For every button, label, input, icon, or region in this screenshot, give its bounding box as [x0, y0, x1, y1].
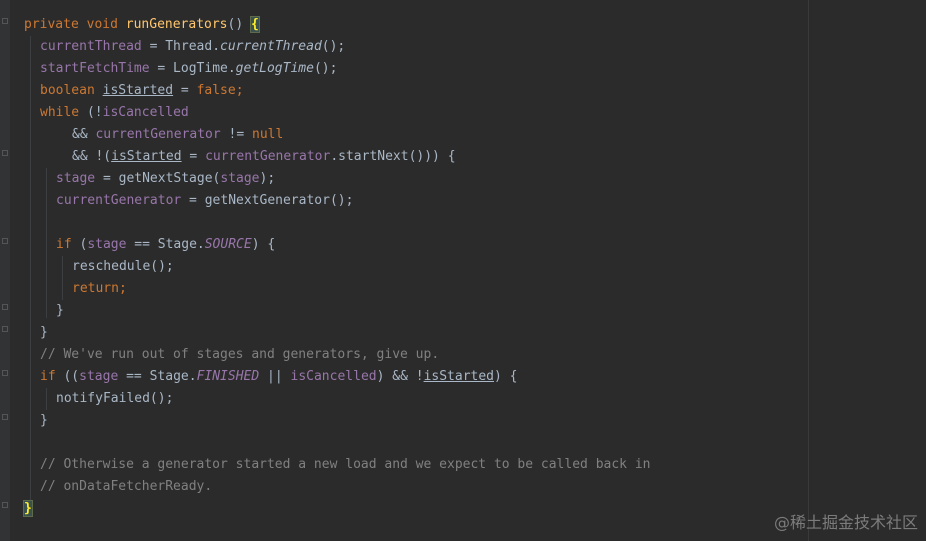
code-token: && !(	[72, 149, 112, 164]
code-token: stage	[87, 237, 127, 252]
fold-marker-icon[interactable]	[2, 304, 8, 310]
code-token: boolean	[40, 83, 103, 98]
code-token: isCancelled	[102, 105, 189, 120]
code-line[interactable]: }	[56, 300, 64, 322]
right-margin-guide	[808, 0, 809, 541]
code-token: isStarted	[423, 369, 495, 384]
code-token: stage	[220, 171, 260, 186]
code-token: currentGenerator	[205, 149, 331, 164]
code-token: stage	[56, 171, 96, 186]
code-token: getLogTime	[235, 61, 314, 76]
fold-marker-icon[interactable]	[2, 414, 8, 420]
code-token: currentThread	[220, 39, 322, 54]
code-line[interactable]: }	[40, 322, 48, 344]
code-token: ;	[118, 281, 127, 296]
code-token: runGenerators	[125, 17, 228, 32]
code-token: // We've run out of stages and generator…	[40, 347, 440, 362]
code-token: }	[40, 413, 48, 428]
code-token: stage	[79, 369, 119, 384]
code-line[interactable]: // onDataFetcherReady.	[40, 476, 212, 498]
code-line[interactable]: while (!isCancelled	[40, 102, 189, 124]
code-token: =	[181, 149, 206, 164]
code-token: ()	[227, 17, 251, 32]
indent-guide	[46, 168, 47, 318]
code-token: currentThread	[40, 39, 142, 54]
code-token: }	[23, 500, 33, 517]
fold-gutter	[0, 0, 10, 541]
code-token: // Otherwise a generator started a new l…	[40, 457, 651, 472]
code-token: .startNext())) {	[330, 149, 456, 164]
code-token: null	[252, 127, 284, 142]
code-token: {	[250, 16, 260, 33]
code-line[interactable]: // We've run out of stages and generator…	[40, 344, 439, 366]
code-token: ) {	[251, 237, 276, 252]
fold-marker-icon[interactable]	[2, 502, 8, 508]
code-token: if	[56, 237, 80, 252]
code-line[interactable]: }	[40, 410, 48, 432]
code-line[interactable]: boolean isStarted = false;	[40, 80, 244, 102]
code-token: ();	[313, 61, 338, 76]
code-line[interactable]: private void runGenerators() {	[24, 14, 260, 36]
fold-marker-icon[interactable]	[2, 238, 8, 244]
code-line[interactable]: currentGenerator = getNextGenerator();	[56, 190, 353, 212]
fold-marker-icon[interactable]	[2, 370, 8, 376]
code-token: reschedule();	[72, 259, 174, 274]
code-token: !=	[220, 127, 253, 142]
code-line[interactable]: notifyFailed();	[56, 388, 173, 410]
fold-marker-icon[interactable]	[2, 326, 8, 332]
code-line[interactable]: }	[23, 498, 33, 520]
code-token: ) {	[494, 369, 518, 384]
code-line[interactable]: // Otherwise a generator started a new l…	[40, 454, 650, 476]
code-token: == Stage.	[126, 237, 205, 252]
code-token: currentGenerator	[56, 193, 182, 208]
code-token: ||	[259, 369, 291, 384]
code-token: SOURCE	[204, 237, 252, 252]
code-token: }	[56, 303, 64, 318]
indent-guide	[62, 256, 63, 300]
code-token: if	[40, 369, 64, 384]
code-token: ) && !	[376, 369, 424, 384]
code-line[interactable]: return;	[72, 278, 127, 300]
code-line[interactable]: if ((stage == Stage.FINISHED || isCancel…	[40, 366, 518, 388]
code-line[interactable]: currentThread = Thread.currentThread();	[40, 36, 345, 58]
code-token: ();	[321, 39, 346, 54]
code-token: currentGenerator	[95, 127, 221, 142]
fold-marker-icon[interactable]	[2, 150, 8, 156]
code-line[interactable]: startFetchTime = LogTime.getLogTime();	[40, 58, 337, 80]
code-token: );	[259, 171, 276, 186]
code-token: // onDataFetcherReady.	[40, 479, 213, 494]
code-token: private	[24, 17, 87, 32]
code-line[interactable]: stage = getNextStage(stage);	[56, 168, 275, 190]
code-token: ;	[235, 83, 244, 98]
code-token: isStarted	[111, 149, 182, 164]
code-token: startFetchTime	[40, 61, 150, 76]
code-token: == Stage.	[118, 369, 197, 384]
code-token: ((	[63, 369, 80, 384]
code-token: = Thread.	[141, 39, 221, 54]
code-token: while	[40, 105, 87, 120]
code-line[interactable]: && currentGenerator != null	[72, 124, 283, 146]
code-token: = getNextStage(	[95, 171, 221, 186]
code-token: isCancelled	[290, 369, 377, 384]
code-token: &&	[72, 127, 96, 142]
code-line[interactable]: reschedule();	[72, 256, 174, 278]
code-token: false	[196, 83, 236, 98]
code-token: isStarted	[102, 83, 174, 98]
code-line[interactable]: && !(isStarted = currentGenerator.startN…	[72, 146, 456, 168]
code-token: =	[173, 83, 197, 98]
code-token: = LogTime.	[149, 61, 236, 76]
code-token: = getNextGenerator();	[181, 193, 354, 208]
watermark-text: @稀土掘金技术社区	[773, 513, 918, 532]
code-token: void	[86, 17, 126, 32]
code-token: notifyFailed();	[56, 391, 174, 406]
indent-guide	[30, 36, 31, 516]
fold-marker-icon[interactable]	[2, 18, 8, 24]
code-token: }	[40, 325, 48, 340]
code-token: FINISHED	[196, 369, 260, 384]
code-editor[interactable]: private void runGenerators() { currentTh…	[0, 0, 926, 541]
indent-guide	[46, 388, 47, 410]
code-line[interactable]: if (stage == Stage.SOURCE) {	[56, 234, 275, 256]
code-token: return	[72, 281, 119, 296]
code-token: (!	[86, 105, 103, 120]
